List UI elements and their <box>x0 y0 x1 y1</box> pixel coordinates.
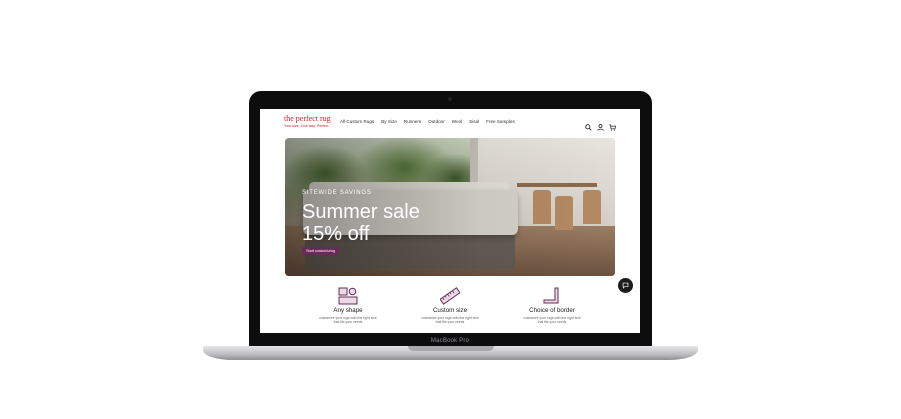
site-logo[interactable]: the perfect rug Your size. Your way. Per… <box>284 114 331 129</box>
search-icon[interactable] <box>585 118 592 131</box>
laptop-notch <box>408 346 494 351</box>
logo-text: the perfect rug <box>284 114 331 123</box>
feature-description-line: that fits your needs <box>333 320 363 325</box>
feature-description: customize your rugs with the right size … <box>502 316 602 324</box>
browser-screen: the perfect rug Your size. Your way. Per… <box>260 109 640 333</box>
start-customizing-button[interactable]: Start customizing <box>302 247 340 255</box>
feature-title: Custom size <box>432 307 468 314</box>
nav-item-wool[interactable]: Wool <box>452 119 462 124</box>
shapes-icon <box>338 287 358 305</box>
feature-title: Choice of border <box>529 307 575 314</box>
logo-tagline: Your size. Your way. Perfect. <box>284 124 330 128</box>
hero-headline-line2: 15% off <box>302 223 370 245</box>
feature-any-shape: Any shape customize your rugs with the r… <box>298 287 398 324</box>
hero-headline-line1: Summer sale <box>302 201 420 223</box>
nav-item-free-samples[interactable]: Free Samples <box>486 119 515 124</box>
header-icons <box>585 118 616 131</box>
ruler-icon <box>440 287 460 305</box>
nav-item-runners[interactable]: Runners <box>404 119 421 124</box>
feature-row: Any shape customize your rugs with the r… <box>260 287 640 333</box>
camera <box>448 97 452 101</box>
nav-item-outdoor[interactable]: Outdoor <box>428 119 445 124</box>
feature-description-line: that fits your needs <box>435 320 465 325</box>
hero-eyebrow: SITEWIDE SAVINGS <box>302 190 372 196</box>
feature-title: Any shape <box>333 307 363 314</box>
hero-headline: Summer sale 15% off <box>302 201 502 245</box>
nav-item-sisal[interactable]: Sisal <box>469 119 479 124</box>
border-corner-icon <box>543 287 559 304</box>
nav-item-by-size[interactable]: By Size <box>381 119 397 124</box>
feature-description: customize your rugs with the right size … <box>400 316 500 324</box>
cart-icon[interactable] <box>609 118 616 131</box>
device-label: MacBook Pro <box>430 338 470 344</box>
hero-banner: SITEWIDE SAVINGS Summer sale 15% off Sta… <box>285 138 615 276</box>
feature-description-line: that fits your needs <box>537 320 567 325</box>
nav-item-all-custom-rugs[interactable]: All Custom Rugs <box>340 119 374 124</box>
feature-description: customize your rugs with the right size … <box>298 316 398 324</box>
site-header: the perfect rug Your size. Your way. Per… <box>260 109 640 139</box>
account-icon[interactable] <box>597 118 604 131</box>
feature-custom-size: Custom size customize your rugs with the… <box>400 287 500 324</box>
main-nav: All Custom Rugs By Size Runners Outdoor … <box>340 119 515 124</box>
feature-choice-of-border: Choice of border customize your rugs wit… <box>502 287 602 324</box>
